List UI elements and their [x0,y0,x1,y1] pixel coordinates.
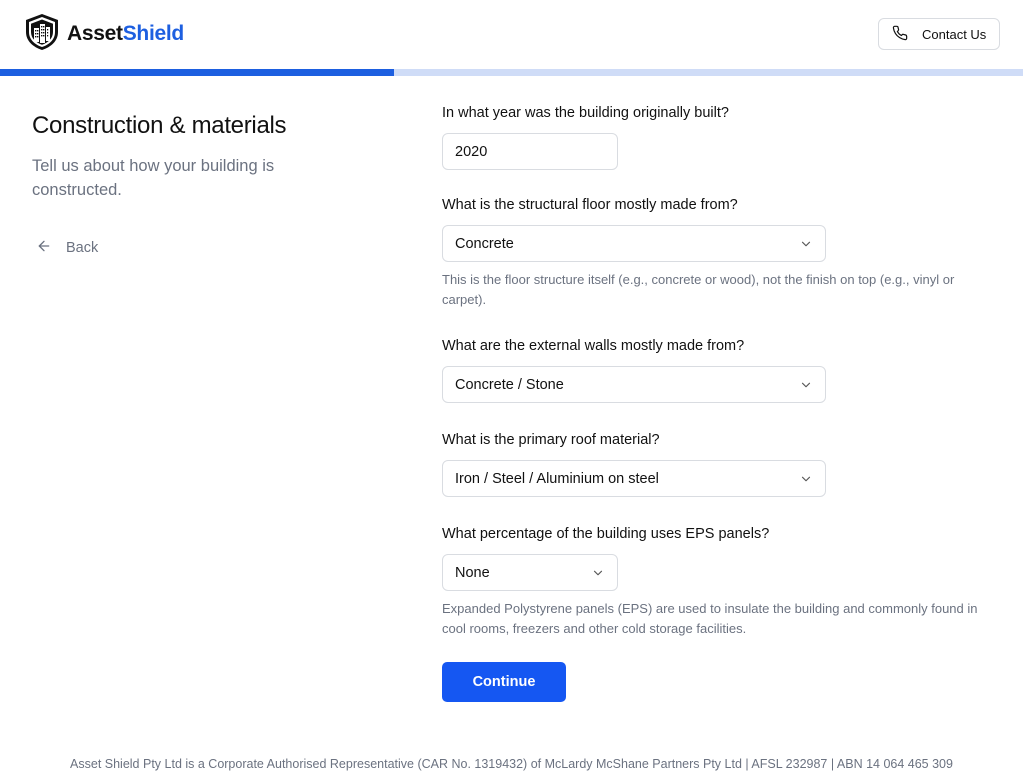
back-link[interactable]: Back [36,238,98,258]
chevron-down-icon [799,237,813,255]
back-label: Back [66,240,99,256]
progress-fill [0,69,394,76]
roof-select-value: Iron / Steel / Aluminium on steel [455,470,659,487]
shield-building-icon [24,13,60,56]
eps-select-value: None [455,564,490,581]
header: AssetShield Contact Us [0,0,1023,69]
chevron-down-icon [799,378,813,396]
logo-text: AssetShield [67,22,184,46]
footer-legal-text: Asset Shield Pty Ltd is a Corporate Auth… [70,757,953,771]
year-built-input[interactable]: 2020 [442,133,618,170]
contact-us-button[interactable]: Contact Us [878,18,1000,50]
progress-bar [0,69,1023,76]
walls-question: What are the external walls mostly made … [442,338,745,354]
continue-button[interactable]: Continue [442,662,566,702]
eps-question: What percentage of the building uses EPS… [442,526,770,542]
logo-text-part1: Asset [67,22,123,45]
page-title: Construction & materials [32,112,287,139]
logo-text-part2: Shield [122,22,185,45]
roof-question: What is the primary roof material? [442,432,660,448]
floor-question: What is the structural floor mostly made… [442,197,738,213]
walls-select[interactable]: Concrete / Stone [442,366,826,403]
walls-select-value: Concrete / Stone [455,376,564,393]
chevron-down-icon [799,472,813,490]
eps-helper-text: Expanded Polystyrene panels (EPS) are us… [442,601,978,636]
contact-us-label: Contact Us [922,26,987,42]
year-built-question: In what year was the building originally… [442,105,729,121]
floor-helper-text: This is the floor structure itself (e.g.… [442,272,955,307]
year-built-value: 2020 [455,143,488,160]
section-intro: Construction & materials Tell us about h… [32,112,352,202]
page-subtitle: Tell us about how your building is const… [32,157,275,199]
roof-select[interactable]: Iron / Steel / Aluminium on steel [442,460,826,497]
phone-icon [892,25,908,44]
chevron-down-icon [591,566,605,584]
eps-select[interactable]: None [442,554,618,591]
logo[interactable]: AssetShield [24,13,184,56]
floor-select[interactable]: Concrete [442,225,826,262]
floor-select-value: Concrete [455,235,514,252]
arrow-left-icon [36,238,52,258]
